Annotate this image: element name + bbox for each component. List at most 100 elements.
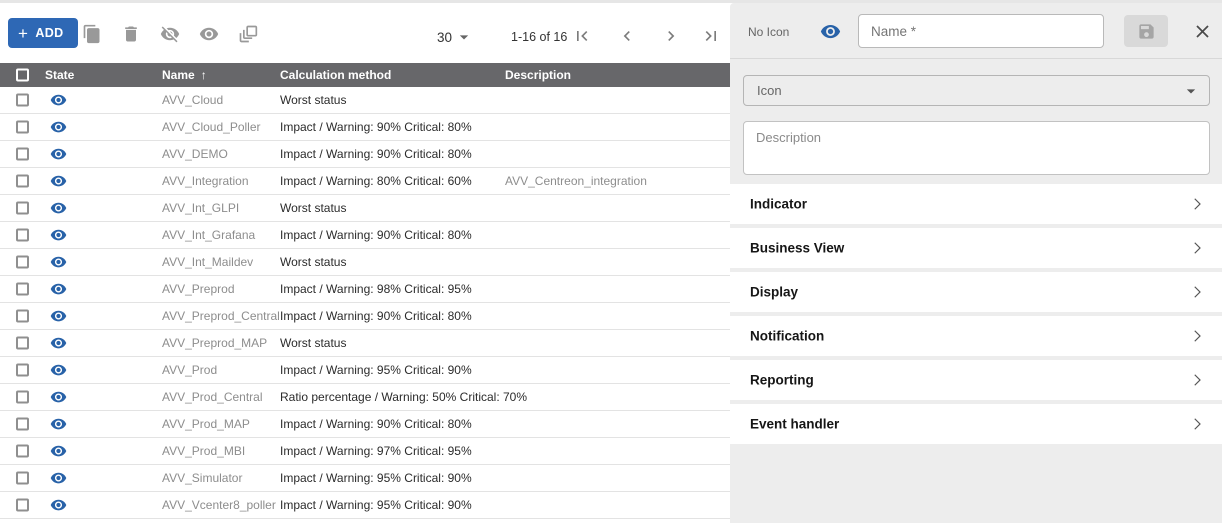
- row-checkbox[interactable]: [16, 175, 29, 188]
- previous-page-icon[interactable]: [617, 26, 637, 46]
- row-checkbox[interactable]: [16, 337, 29, 350]
- accordion-section[interactable]: Business View: [730, 228, 1222, 268]
- page-size-value: 30: [437, 30, 452, 45]
- content-copy-icon[interactable]: [82, 24, 102, 44]
- row-checkbox[interactable]: [16, 94, 29, 107]
- close-icon[interactable]: [1192, 21, 1213, 42]
- row-checkbox[interactable]: [16, 283, 29, 296]
- state-eye-icon[interactable]: [50, 470, 67, 487]
- state-eye-icon[interactable]: [50, 119, 67, 136]
- table-row[interactable]: AVV_Prod_MBI Impact / Warning: 97% Criti…: [0, 438, 730, 465]
- row-calculation-method: Worst status: [280, 336, 346, 350]
- state-eye-icon[interactable]: [50, 497, 67, 514]
- row-name: AVV_Integration: [162, 174, 249, 188]
- trash-icon[interactable]: [121, 24, 141, 44]
- table-row[interactable]: AVV_Vcenter8_poller Impact / Warning: 95…: [0, 492, 730, 519]
- table-row[interactable]: AVV_Prod_MAP Impact / Warning: 90% Criti…: [0, 411, 730, 438]
- eye-icon[interactable]: [199, 24, 219, 44]
- row-checkbox[interactable]: [16, 445, 29, 458]
- row-name: AVV_Int_GLPI: [162, 201, 239, 215]
- table-row[interactable]: AVV_Preprod_Central Impact / Warning: 90…: [0, 303, 730, 330]
- table-row[interactable]: AVV_Prod_Central Ratio percentage / Warn…: [0, 384, 730, 411]
- row-checkbox[interactable]: [16, 418, 29, 431]
- row-checkbox[interactable]: [16, 256, 29, 269]
- table-row[interactable]: AVV_Cloud_Poller Impact / Warning: 90% C…: [0, 114, 730, 141]
- table-row[interactable]: AVV_Int_GLPI Worst status: [0, 195, 730, 222]
- eye-off-icon[interactable]: [160, 24, 180, 44]
- no-icon-label: No Icon: [748, 25, 789, 39]
- column-header-description: Description: [505, 68, 571, 82]
- accordion-section[interactable]: Display: [730, 272, 1222, 312]
- table-row[interactable]: AVV_Preprod_MAP Worst status: [0, 330, 730, 357]
- table-row[interactable]: AVV_DEMO Impact / Warning: 90% Critical:…: [0, 141, 730, 168]
- accordion-section[interactable]: Notification: [730, 316, 1222, 356]
- row-checkbox[interactable]: [16, 364, 29, 377]
- add-button[interactable]: + ADD: [8, 18, 78, 48]
- state-eye-icon[interactable]: [50, 146, 67, 163]
- state-eye-icon[interactable]: [50, 254, 67, 271]
- row-checkbox[interactable]: [16, 121, 29, 134]
- state-eye-icon[interactable]: [50, 335, 67, 352]
- row-calculation-method: Impact / Warning: 90% Critical: 80%: [280, 147, 472, 161]
- table-row[interactable]: AVV_Prod Impact / Warning: 95% Critical:…: [0, 357, 730, 384]
- row-checkbox[interactable]: [16, 148, 29, 161]
- chevron-right-icon: [1188, 195, 1206, 213]
- row-checkbox[interactable]: [16, 391, 29, 404]
- row-checkbox[interactable]: [16, 472, 29, 485]
- preview-eye-icon[interactable]: [820, 21, 841, 42]
- row-calculation-method: Impact / Warning: 95% Critical: 90%: [280, 363, 472, 377]
- row-calculation-method: Impact / Warning: 90% Critical: 80%: [280, 309, 472, 323]
- row-calculation-method: Worst status: [280, 201, 346, 215]
- state-eye-icon[interactable]: [50, 362, 67, 379]
- state-eye-icon[interactable]: [50, 200, 67, 217]
- description-textarea[interactable]: [743, 121, 1210, 175]
- row-calculation-method: Worst status: [280, 93, 346, 107]
- column-header-name[interactable]: Name↑: [162, 68, 207, 82]
- state-eye-icon[interactable]: [50, 389, 67, 406]
- table-row[interactable]: AVV_Cloud Worst status: [0, 87, 730, 114]
- last-page-icon[interactable]: [701, 26, 721, 46]
- save-button[interactable]: [1124, 15, 1168, 47]
- state-eye-icon[interactable]: [50, 173, 67, 190]
- next-page-icon[interactable]: [661, 26, 681, 46]
- state-eye-icon[interactable]: [50, 227, 67, 244]
- edit-panel: No Icon Icon Indicator Business View: [730, 3, 1222, 523]
- table-row[interactable]: AVV_Simulator Impact / Warning: 95% Crit…: [0, 465, 730, 492]
- row-checkbox[interactable]: [16, 310, 29, 323]
- sort-asc-icon: ↑: [201, 68, 207, 82]
- table-row[interactable]: AVV_Int_Maildev Worst status: [0, 249, 730, 276]
- name-input[interactable]: [858, 14, 1104, 48]
- state-eye-icon[interactable]: [50, 416, 67, 433]
- row-name: AVV_Prod: [162, 363, 217, 377]
- chevron-right-icon: [1188, 415, 1206, 433]
- row-calculation-method: Impact / Warning: 90% Critical: 80%: [280, 417, 472, 431]
- row-name: AVV_Simulator: [162, 471, 242, 485]
- row-checkbox[interactable]: [16, 499, 29, 512]
- state-eye-icon[interactable]: [50, 92, 67, 109]
- table-row[interactable]: AVV_Int_Grafana Impact / Warning: 90% Cr…: [0, 222, 730, 249]
- column-header-state: State: [45, 68, 74, 82]
- row-checkbox[interactable]: [16, 202, 29, 215]
- accordion-section[interactable]: Indicator: [730, 184, 1222, 224]
- accordion-section-label: Display: [750, 285, 798, 300]
- plus-icon: +: [18, 25, 28, 42]
- row-calculation-method: Impact / Warning: 95% Critical: 90%: [280, 498, 472, 512]
- stacked-pages-icon[interactable]: [238, 24, 258, 44]
- first-page-icon[interactable]: [572, 26, 592, 46]
- row-checkbox[interactable]: [16, 229, 29, 242]
- icon-select[interactable]: Icon: [743, 75, 1210, 106]
- edit-panel-header: No Icon: [730, 3, 1222, 59]
- row-name: AVV_Preprod_Central: [162, 309, 280, 323]
- state-eye-icon[interactable]: [50, 308, 67, 325]
- state-eye-icon[interactable]: [50, 281, 67, 298]
- row-name: AVV_Preprod_MAP: [162, 336, 267, 350]
- row-name: AVV_Prod_Central: [162, 390, 263, 404]
- accordion-section[interactable]: Reporting: [730, 360, 1222, 400]
- state-eye-icon[interactable]: [50, 443, 67, 460]
- row-name: AVV_Cloud: [162, 93, 223, 107]
- page-size-select[interactable]: 30: [437, 27, 474, 47]
- accordion-section[interactable]: Event handler: [730, 404, 1222, 444]
- table-row[interactable]: AVV_Integration Impact / Warning: 80% Cr…: [0, 168, 730, 195]
- table-row[interactable]: AVV_Preprod Impact / Warning: 98% Critic…: [0, 276, 730, 303]
- select-all-checkbox[interactable]: [16, 69, 29, 82]
